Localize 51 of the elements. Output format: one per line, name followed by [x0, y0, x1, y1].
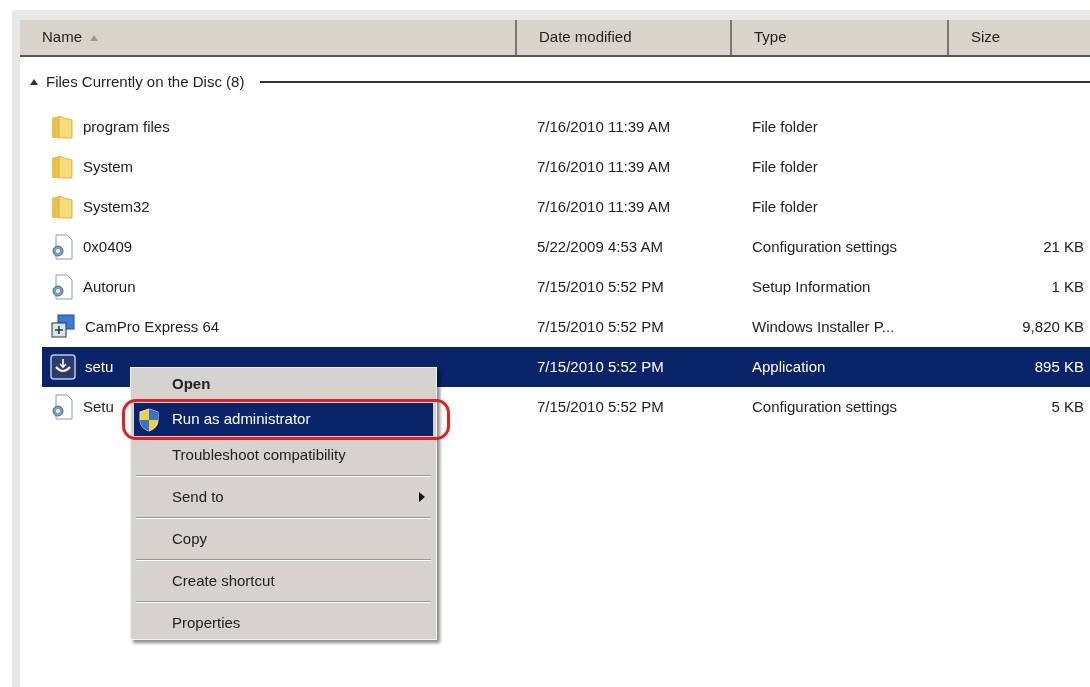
type-cell: File folder [752, 197, 818, 215]
column-header[interactable]: Type [730, 20, 947, 55]
file-name: System32 [83, 196, 150, 217]
date-cell: 7/16/2010 11:39 AM [537, 157, 671, 175]
file-name: Autorun [83, 276, 136, 297]
type-cell: Windows Installer P... [752, 317, 895, 335]
installer-icon [50, 314, 76, 340]
file-name: program files [83, 116, 170, 137]
date-cell: 7/15/2010 5:52 PM [537, 277, 664, 295]
folder-icon [50, 154, 74, 180]
column-header[interactable]: Name [20, 20, 515, 55]
type-cell: File folder [752, 117, 818, 135]
menu-item[interactable]: Properties [134, 609, 433, 637]
type-cell: Configuration settings [752, 237, 898, 255]
date-cell: 7/15/2010 5:52 PM [537, 357, 664, 375]
file-name: 0x0409 [83, 236, 133, 257]
column-header[interactable]: Date modified [515, 20, 730, 55]
menu-item[interactable]: Troubleshoot compatibility [134, 441, 433, 469]
size-cell-text: 895 KB [1034, 356, 1084, 377]
menu-item[interactable]: Run as administrator [134, 403, 433, 436]
menu-item[interactable]: Send to [134, 483, 433, 511]
file-name: System [83, 156, 133, 177]
submenu-arrow-icon [419, 492, 425, 502]
type-cell: Setup Information [752, 277, 871, 295]
size-cell-text: 9,820 KB [1022, 316, 1084, 337]
type-cell: File folder [752, 157, 818, 175]
date-cell: 7/15/2010 5:52 PM [537, 317, 664, 335]
shield-icon [138, 407, 160, 432]
file-name: Setu [83, 396, 114, 417]
type-cell: Configuration settings [752, 397, 898, 415]
date-cell: 5/22/2009 4:53 AM [537, 237, 663, 255]
collapse-triangle-icon[interactable] [30, 79, 38, 85]
date-cell: 7/16/2010 11:39 AM [537, 117, 671, 135]
settings-file-icon [50, 394, 74, 420]
file-name: CamPro Express 64 [85, 316, 220, 337]
date-cell: 7/15/2010 5:52 PM [537, 397, 664, 415]
size-cell-text: 21 KB [1043, 236, 1084, 257]
size-cell-text: 1 KB [1051, 276, 1084, 297]
group-heading: Files Currently on the Disc (8) [46, 71, 245, 92]
column-header[interactable]: Size [947, 20, 1090, 55]
date-cell: 7/16/2010 11:39 AM [537, 197, 671, 215]
application-icon [50, 354, 76, 380]
settings-file-icon [50, 234, 74, 260]
type-cell: Application [752, 357, 826, 375]
size-cell-text: 5 KB [1051, 396, 1084, 417]
menu-item[interactable]: Create shortcut [134, 567, 433, 595]
folder-icon [50, 114, 74, 140]
folder-icon [50, 194, 74, 220]
file-name: setu [85, 356, 114, 377]
menu-item[interactable]: Copy [134, 525, 433, 553]
settings-file-icon [50, 274, 74, 300]
